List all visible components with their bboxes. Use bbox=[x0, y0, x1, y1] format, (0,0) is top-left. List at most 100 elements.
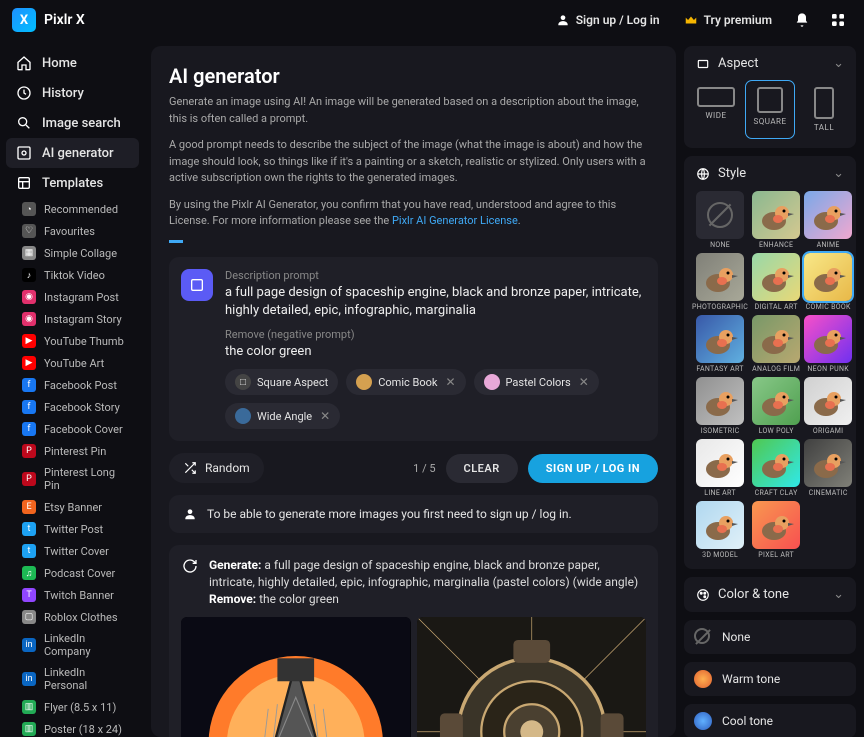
close-icon[interactable]: ✕ bbox=[320, 409, 330, 423]
prompt-chip[interactable]: Wide Angle✕ bbox=[225, 403, 340, 429]
generated-prompt-text: Generate: a full page design of spaceshi… bbox=[209, 557, 646, 607]
style-option[interactable]: ENHANCE bbox=[752, 191, 800, 249]
style-option[interactable]: ANIME bbox=[804, 191, 852, 249]
apps-icon[interactable] bbox=[824, 6, 852, 34]
license-link[interactable]: Pixlr AI Generator License bbox=[392, 214, 518, 227]
template-item[interactable]: inLinkedIn Personal bbox=[6, 662, 139, 696]
signup-button[interactable]: SIGN UP / LOG IN bbox=[528, 454, 658, 483]
nav-history[interactable]: History bbox=[6, 78, 139, 108]
aspect-tall[interactable]: TALL bbox=[800, 81, 848, 138]
template-icon: T bbox=[22, 588, 36, 602]
tone-none[interactable]: None bbox=[684, 620, 856, 654]
desc-prompt-value[interactable]: a full page design of spaceship engine, … bbox=[225, 284, 646, 320]
template-item[interactable]: fFacebook Cover bbox=[6, 418, 139, 440]
shuffle-icon bbox=[183, 461, 197, 475]
template-label: Twitter Post bbox=[44, 523, 103, 536]
prompt-chip[interactable]: Comic Book✕ bbox=[346, 369, 465, 395]
template-item[interactable]: inLinkedIn Company bbox=[6, 628, 139, 662]
style-option[interactable]: COMIC BOOK bbox=[804, 253, 852, 311]
template-item[interactable]: ♫Podcast Cover bbox=[6, 562, 139, 584]
template-item[interactable]: ▢Roblox Clothes bbox=[6, 606, 139, 628]
nav-image-search[interactable]: Image search bbox=[6, 108, 139, 138]
template-item[interactable]: ◉Instagram Story bbox=[6, 308, 139, 330]
style-option[interactable]: LOW POLY bbox=[752, 377, 800, 435]
template-item[interactable]: TTwitch Banner bbox=[6, 584, 139, 606]
template-icon: in bbox=[22, 672, 36, 686]
nav-label: Templates bbox=[42, 176, 103, 191]
template-item[interactable]: t Twitter Cover bbox=[6, 540, 139, 562]
style-option[interactable]: CRAFT CLAY bbox=[752, 439, 800, 497]
close-icon[interactable]: ✕ bbox=[445, 375, 455, 389]
template-item[interactable]: ▥Flyer (8.5 x 11) bbox=[6, 696, 139, 718]
style-option[interactable]: DIGITAL ART bbox=[752, 253, 800, 311]
nav-home[interactable]: Home bbox=[6, 48, 139, 78]
prompt-chip[interactable]: Pastel Colors✕ bbox=[474, 369, 599, 395]
template-item[interactable]: ▦Simple Collage bbox=[6, 242, 139, 264]
template-item[interactable]: ▶YouTube Thumb bbox=[6, 330, 139, 352]
style-section-header[interactable]: Style ⌄ bbox=[692, 166, 848, 183]
template-item[interactable]: ◔Recommended bbox=[6, 198, 139, 220]
template-icon: t bbox=[22, 544, 36, 558]
aspect-square[interactable]: SQUARE bbox=[746, 81, 794, 138]
style-option[interactable]: ISOMETRIC bbox=[692, 377, 748, 435]
style-option[interactable]: 3D MODEL bbox=[692, 501, 748, 559]
nav-ai-generator[interactable]: AI generator bbox=[6, 138, 139, 168]
premium-link[interactable]: Try premium bbox=[676, 13, 780, 27]
template-item[interactable]: ♡Favourites bbox=[6, 220, 139, 242]
tone-warm[interactable]: Warm tone bbox=[684, 662, 856, 696]
template-label: Simple Collage bbox=[44, 247, 117, 260]
template-item[interactable]: PPinterest Pin bbox=[6, 440, 139, 462]
aspect-section-header[interactable]: Aspect ⌄ bbox=[692, 56, 848, 73]
random-button[interactable]: Random bbox=[169, 453, 264, 483]
generated-image-1[interactable] bbox=[181, 617, 411, 737]
template-item[interactable]: ♪ Tiktok Video bbox=[6, 264, 139, 286]
refresh-icon[interactable] bbox=[181, 557, 199, 575]
template-item[interactable]: fFacebook Post bbox=[6, 374, 139, 396]
style-option[interactable]: ORIGAMI bbox=[804, 377, 852, 435]
template-label: Twitter Cover bbox=[44, 545, 109, 558]
template-label: Tiktok Video bbox=[44, 269, 105, 282]
main-content: AI generator Generate an image using AI!… bbox=[151, 46, 676, 737]
template-label: Facebook Story bbox=[44, 401, 120, 414]
warm-swatch bbox=[694, 670, 712, 688]
style-label: ANIME bbox=[817, 241, 840, 249]
signup-link[interactable]: Sign up / Log in bbox=[548, 13, 668, 27]
nav-templates[interactable]: Templates bbox=[6, 168, 139, 198]
right-panel: Aspect ⌄ WIDE SQUARE TALL Style ⌄ NONEEN… bbox=[684, 46, 858, 737]
style-option[interactable]: FANTASY ART bbox=[692, 315, 748, 373]
notifications-icon[interactable] bbox=[788, 6, 816, 34]
template-icon: ♪ bbox=[22, 268, 36, 282]
style-thumb bbox=[752, 377, 800, 425]
style-option[interactable]: PHOTOGRAPHIC bbox=[692, 253, 748, 311]
generated-image-2[interactable] bbox=[417, 617, 647, 737]
tone-cool[interactable]: Cool tone bbox=[684, 704, 856, 737]
style-option[interactable]: LINE ART bbox=[692, 439, 748, 497]
prompt-chip[interactable]: □Square Aspect bbox=[225, 369, 338, 395]
remove-prompt-value[interactable]: the color green bbox=[225, 343, 646, 361]
colortone-section-header[interactable]: Color & tone ⌄ bbox=[684, 577, 856, 612]
style-option[interactable]: NONE bbox=[692, 191, 748, 249]
random-label: Random bbox=[205, 461, 250, 475]
aspect-wide[interactable]: WIDE bbox=[692, 81, 740, 138]
style-label: PIXEL ART bbox=[758, 551, 794, 559]
style-thumb bbox=[752, 439, 800, 487]
style-option[interactable]: PIXEL ART bbox=[752, 501, 800, 559]
style-option[interactable]: ANALOG FILM bbox=[752, 315, 800, 373]
clear-button[interactable]: CLEAR bbox=[446, 454, 518, 483]
style-thumb bbox=[696, 377, 744, 425]
style-label: 3D MODEL bbox=[702, 551, 738, 559]
logo[interactable]: X bbox=[12, 8, 36, 32]
template-item[interactable]: tTwitter Post bbox=[6, 518, 139, 540]
template-item[interactable]: ▥Poster (18 x 24) bbox=[6, 718, 139, 737]
style-label: LOW POLY bbox=[759, 427, 794, 435]
template-item[interactable]: ▶YouTube Art bbox=[6, 352, 139, 374]
style-option[interactable]: CINEMATIC bbox=[804, 439, 852, 497]
template-item[interactable]: EEtsy Banner bbox=[6, 496, 139, 518]
close-icon[interactable]: ✕ bbox=[579, 375, 589, 389]
template-item[interactable]: fFacebook Story bbox=[6, 396, 139, 418]
ai-icon bbox=[16, 145, 32, 161]
template-item[interactable]: PPinterest Long Pin bbox=[6, 462, 139, 496]
template-item[interactable]: ◉Instagram Post bbox=[6, 286, 139, 308]
template-icon: f bbox=[22, 378, 36, 392]
style-option[interactable]: NEON PUNK bbox=[804, 315, 852, 373]
